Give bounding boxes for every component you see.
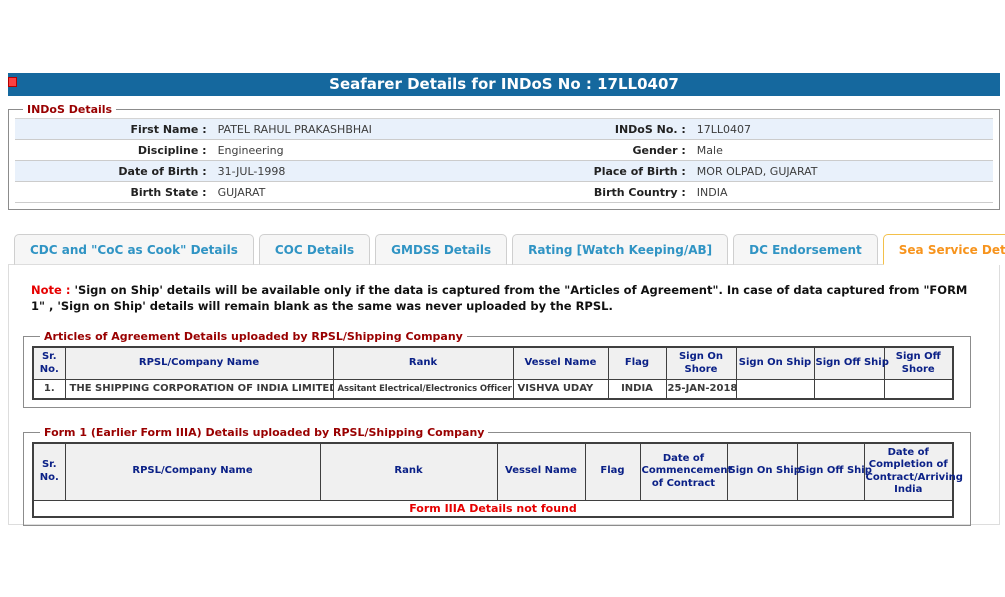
place-of-birth-value: MOR OLPAD, GUJARAT [696, 164, 818, 178]
birth-state-label: Birth State : [130, 185, 207, 199]
table-header-row: Sr. No. RPSL/Company Name Rank Vessel Na… [32, 442, 963, 501]
tab-gmdss-details[interactable]: GMDSS Details [375, 234, 508, 265]
col-header-sign-on-ship: Sign On Ship [735, 346, 815, 381]
col-header-rpsl-company-name: RPSL/Company Name [64, 346, 334, 381]
form1-table: Sr. No. RPSL/Company Name Rank Vessel Na… [32, 441, 963, 519]
col-header-flag: Flag [607, 346, 667, 381]
col-header-vessel-name: Vessel Name [496, 442, 586, 501]
col-header-vessel-name: Vessel Name [512, 346, 609, 381]
form1-legend: Form 1 (Earlier Form IIIA) Details uploa… [44, 425, 485, 439]
broken-image-icon [8, 77, 17, 87]
place-of-birth-label: Place of Birth : [593, 164, 686, 178]
tab-cdc-coc-as-cook-details[interactable]: CDC and "CoC as Cook" Details [14, 234, 254, 265]
tab-label: Rating [Watch Keeping/AB] [528, 243, 713, 257]
indos-row: Birth State : GUJARAT Birth Country : IN… [15, 181, 993, 203]
table-empty-row: Form IIIA Details not found [32, 499, 954, 518]
form-iiia-not-found-message: Form IIIA Details not found [32, 499, 954, 518]
cell-rank: Assitant Electrical/Electronics Officer [332, 379, 514, 400]
indos-details-legend: INDoS Details [27, 103, 113, 116]
col-header-sign-on-ship: Sign On Ship [726, 442, 801, 501]
col-header-date-of-commencement: Date of Commencement of Contract [639, 442, 732, 501]
col-header-sign-off-ship: Sign Off Ship [813, 346, 889, 381]
tab-label: Sea Service Details [898, 243, 1005, 257]
table-row: 1. THE SHIPPING CORPORATION OF INDIA LIM… [32, 379, 954, 400]
tab-sea-service-details[interactable]: Sea Service Details [882, 234, 1005, 265]
col-header-sign-on-shore: Sign On Shore [665, 346, 737, 381]
birth-state-value: GUJARAT [217, 185, 266, 199]
cell-sr-no: 1. [32, 379, 66, 400]
tab-dc-endorsement[interactable]: DC Endorsement [733, 234, 878, 265]
col-header-sign-off-ship: Sign Off Ship [796, 442, 872, 501]
indos-no-label: INDoS No. : [614, 122, 686, 136]
tab-bar: CDC and "CoC as Cook" Details COC Detail… [14, 234, 1005, 265]
indos-no-value: 17LL0407 [696, 122, 752, 136]
note-body: 'Sign on Ship' details will be available… [31, 283, 968, 313]
col-header-flag: Flag [584, 442, 641, 501]
indos-row: First Name : PATEL RAHUL PRAKASHBHAI IND… [15, 118, 993, 140]
indos-row: Date of Birth : 31-JUL-1998 Place of Bir… [15, 160, 993, 182]
articles-of-agreement-table: Sr. No. RPSL/Company Name Rank Vessel Na… [32, 346, 954, 400]
date-of-birth-value: 31-JUL-1998 [217, 164, 286, 178]
indos-details-table: First Name : PATEL RAHUL PRAKASHBHAI IND… [15, 118, 993, 203]
indos-row: Discipline : Engineering Gender : Male [15, 139, 993, 161]
page-title: Seafarer Details for INDoS No : 17LL0407 [329, 75, 679, 93]
note-prefix: Note : [31, 283, 71, 297]
indos-details-section: INDoS Details First Name : PATEL RAHUL P… [8, 103, 1000, 210]
cell-sign-on-shore: 25-JAN-2018 [665, 379, 737, 400]
cell-flag: INDIA [607, 379, 667, 400]
articles-of-agreement-section: Articles of Agreement Details uploaded b… [23, 330, 971, 408]
date-of-birth-label: Date of Birth : [118, 164, 207, 178]
cell-company-name: THE SHIPPING CORPORATION OF INDIA LIMITE… [64, 379, 334, 400]
tab-label: COC Details [274, 243, 355, 257]
note-text: Note : 'Sign on Ship' details will be av… [31, 283, 981, 314]
tab-content-panel: Note : 'Sign on Ship' details will be av… [8, 264, 1000, 527]
col-header-rpsl-company-name: RPSL/Company Name [64, 442, 321, 501]
cell-sign-off-ship [813, 379, 885, 400]
table-header-row: Sr. No. RPSL/Company Name Rank Vessel Na… [32, 346, 954, 381]
col-header-sign-off-shore: Sign Off Shore [883, 346, 954, 381]
cell-sign-on-ship [735, 379, 815, 400]
col-header-date-of-completion: Date of Completion of Contract/Arriving … [863, 442, 963, 501]
col-header-sr-no: Sr. No. [32, 346, 66, 381]
birth-country-value: INDIA [696, 185, 728, 199]
tab-coc-details[interactable]: COC Details [258, 234, 371, 265]
discipline-value: Engineering [217, 143, 284, 157]
tab-label: GMDSS Details [391, 243, 492, 257]
discipline-label: Discipline : [137, 143, 207, 157]
first-name-label: First Name : [130, 122, 207, 136]
col-header-sr-no: Sr. No. [32, 442, 66, 501]
tab-rating-watch-keeping-ab[interactable]: Rating [Watch Keeping/AB] [512, 234, 729, 265]
gender-label: Gender : [632, 143, 686, 157]
gender-value: Male [696, 143, 723, 157]
articles-of-agreement-legend: Articles of Agreement Details uploaded b… [44, 330, 463, 344]
form1-section: Form 1 (Earlier Form IIIA) Details uploa… [23, 425, 971, 527]
page-title-bar: Seafarer Details for INDoS No : 17LL0407 [8, 73, 1000, 96]
cell-vessel-name: VISHVA UDAY [512, 379, 609, 400]
tab-label: DC Endorsement [749, 243, 862, 257]
col-header-rank: Rank [319, 442, 498, 501]
birth-country-label: Birth Country : [593, 185, 686, 199]
col-header-rank: Rank [332, 346, 514, 381]
tab-label: CDC and "CoC as Cook" Details [30, 243, 238, 257]
first-name-value: PATEL RAHUL PRAKASHBHAI [217, 122, 372, 136]
cell-sign-off-shore [883, 379, 954, 400]
